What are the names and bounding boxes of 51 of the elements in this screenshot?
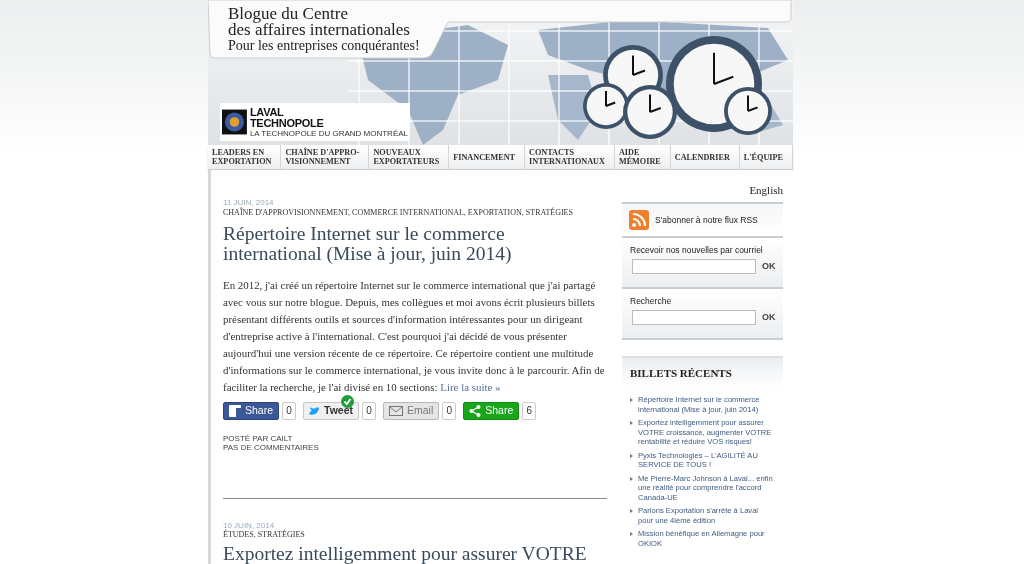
post-title: Exportez intelligemment pour assurer VOTRE <box>223 544 588 564</box>
blog-title: des affaires internationales <box>228 22 411 38</box>
globe-logo-icon <box>222 109 247 135</box>
read-more-link[interactable]: Lire la suite » <box>440 381 501 393</box>
language-link[interactable]: English <box>749 182 783 199</box>
share-button[interactable]: Share <box>223 402 280 420</box>
logo-wordmark: LAVAL <box>249 106 285 118</box>
facebook-icon <box>229 405 241 417</box>
share-icon <box>469 405 482 417</box>
share-count: 0 <box>442 402 457 420</box>
bullet-icon <box>630 509 633 513</box>
tagline: Pour les entreprises conquérantes! <box>228 38 420 53</box>
blog-title: Blogue du Centre <box>228 6 349 22</box>
bird-icon <box>309 406 321 416</box>
post-categories: CHAÎNE D'APPROVISIONNEMENT, COMMERCE INTERNATIONAL, EXPORTATION, STRATÉGIES <box>223 208 574 218</box>
nav-tab[interactable]: CHAÎNE D'APPRO- VISIONNEMENT <box>281 145 370 169</box>
bullet-icon <box>630 453 633 458</box>
nav-tab[interactable]: CONTACTS INTERNATIONAUX <box>525 145 615 169</box>
field-label: Recherche <box>630 295 673 308</box>
post-title: Répertoire Internet sur le commerce international (Mise à jour, juin 2014) <box>223 224 513 264</box>
rss-icon <box>629 210 649 230</box>
comments-link[interactable]: PAS DE COMMENTAIRES <box>223 443 607 452</box>
post-date: 10 JUIN, 2014 <box>223 521 275 530</box>
text-input[interactable] <box>632 259 756 274</box>
post-excerpt: En 2012, j'ai créé un répertoire Internet sur le commerce international que j'ai partagé avec vous sur notre blogue. Depuis, mes collègues et moi avons écrit plusieurs billets présentant différents outils et sources d'information intéressantes pour un dirigeant d'entreprise active à l'international. C'est pourquoi j'ai décidé de vous présenter aujourd'hui une version récente de ce répertoire. Ce répertoire contient une multitude d'informations sur le commerce international, je vous invite donc à le parcourir. Afin de faciliter la recherche, je l'ai divisé en 10 sections: Lire la suite » <box>223 278 606 395</box>
nav-tab[interactable]: FINANCEMENT <box>449 145 526 169</box>
post-date: 11 JUIN, 2014 <box>223 198 275 208</box>
nav-tab[interactable]: CALENDRIER <box>670 145 740 169</box>
bullet-icon <box>630 476 633 481</box>
logo-wordmark: TECHNOPOLE <box>249 117 325 129</box>
post-author: POSTÉ PAR CAILT <box>223 434 294 443</box>
post-categories: ÉTUDES, STRATÉGIES <box>223 530 306 540</box>
nav-tab[interactable]: NOUVEAUX EXPORTATEURS <box>369 145 450 169</box>
bullet-icon <box>630 398 633 402</box>
ok-button[interactable]: OK <box>762 259 776 274</box>
text-input[interactable] <box>632 310 756 325</box>
recent-posts-heading: BILLETS RÉCENTS <box>630 366 733 380</box>
field-label: Recevoir nos nouvelles par courriel <box>630 244 764 257</box>
share-button[interactable]: Tweet <box>303 402 359 420</box>
nav-tab[interactable]: LEADERS EN EXPORTATION <box>208 145 282 169</box>
share-button[interactable]: Email <box>383 402 440 420</box>
envelope-icon <box>389 406 403 416</box>
bullet-icon <box>630 421 633 425</box>
bullet-icon <box>630 532 633 536</box>
nav-tab[interactable]: L'ÉQUIPE <box>739 145 793 169</box>
ok-button[interactable]: OK <box>762 310 776 325</box>
share-count: 6 <box>522 402 537 420</box>
logo-subtitle: LA TECHNOPOLE DU GRAND MONTRÉAL <box>249 128 408 138</box>
share-count: 0 <box>362 402 376 420</box>
nav-tab[interactable]: AIDE MÉMOIRE <box>614 145 671 169</box>
share-count: 0 <box>282 402 297 420</box>
